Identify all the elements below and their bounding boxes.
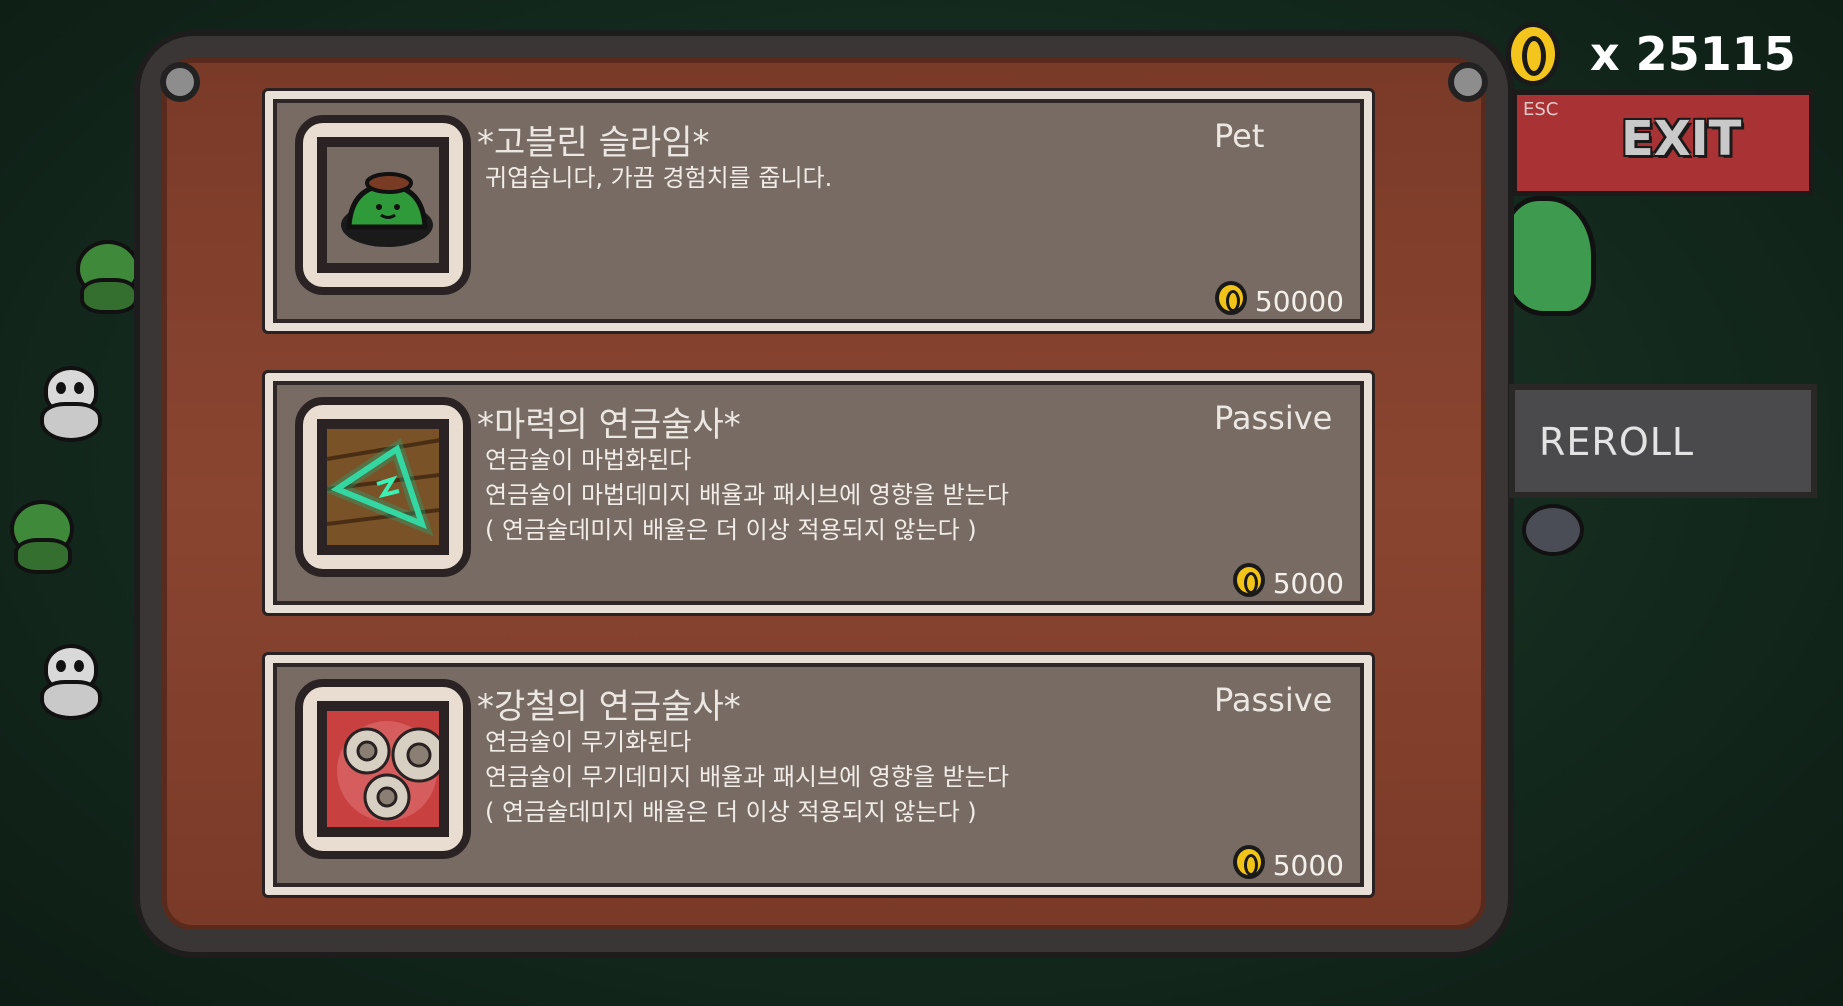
item-price: 5000 [1232, 559, 1344, 600]
goblin-enemy-sprite [70, 234, 140, 314]
rock-enemy-sprite [1522, 504, 1584, 556]
esc-hotkey-label: ESC [1523, 99, 1559, 120]
item-icon-frame [295, 115, 471, 295]
exit-button[interactable]: ESC EXIT [1512, 90, 1814, 196]
item-description: 연금술이 무기화된다 연금술이 무기데미지 배율과 패시브에 영향을 받는다 (… [485, 728, 1009, 826]
shop-item-card-goblin-slime[interactable]: *고블린 슬라임* 귀엽습니다, 가끔 경험치를 줍니다. Pet 50000 [262, 88, 1375, 334]
item-type: Passive [1214, 399, 1333, 437]
reroll-button[interactable]: REROLL [1509, 384, 1817, 498]
item-name: *강철의 연금술사* [477, 687, 741, 727]
item-price: 50000 [1214, 277, 1344, 318]
shop-item-card-magic-alchemist[interactable]: *마력의 연금술사* 연금술이 마법화된다 연금술이 마법데미지 배율과 패시브… [262, 370, 1375, 616]
goblin-enemy-sprite [4, 494, 74, 574]
green-monster-sprite [1500, 196, 1596, 316]
bolt-icon [1448, 62, 1488, 102]
price-value: 5000 [1272, 849, 1344, 882]
coin-icon [1232, 563, 1265, 597]
green-slime-icon [341, 172, 433, 247]
item-price: 5000 [1232, 841, 1344, 882]
item-type: Pet [1214, 117, 1265, 155]
item-type: Passive [1214, 681, 1333, 719]
exit-label: EXIT [1621, 111, 1742, 167]
item-icon-frame [295, 679, 471, 859]
coin-icon [1506, 22, 1560, 86]
shop-item-card-steel-alchemist[interactable]: *강철의 연금술사* 연금술이 무기화된다 연금술이 무기데미지 배율과 패시브… [262, 652, 1375, 898]
gears-icon [327, 711, 439, 827]
coin-icon [1214, 281, 1247, 315]
gold-amount: x 25115 [1590, 27, 1796, 81]
item-name: *마력의 연금술사* [477, 405, 741, 445]
price-value: 50000 [1254, 285, 1344, 318]
price-value: 5000 [1272, 567, 1344, 600]
skull-enemy-sprite [36, 366, 102, 442]
bolt-icon [160, 62, 200, 102]
magic-triangle-icon [327, 429, 439, 545]
reroll-label: REROLL [1539, 420, 1695, 464]
item-description: 연금술이 마법화된다 연금술이 마법데미지 배율과 패시브에 영향을 받는다 (… [485, 446, 1009, 544]
skull-enemy-sprite [36, 644, 102, 720]
coin-icon [1232, 845, 1265, 879]
gold-counter: x 25115 [1506, 22, 1796, 86]
item-name: *고블린 슬라임* [477, 123, 710, 163]
item-description: 귀엽습니다, 가끔 경험치를 줍니다. [485, 164, 833, 192]
item-icon-frame [295, 397, 471, 577]
